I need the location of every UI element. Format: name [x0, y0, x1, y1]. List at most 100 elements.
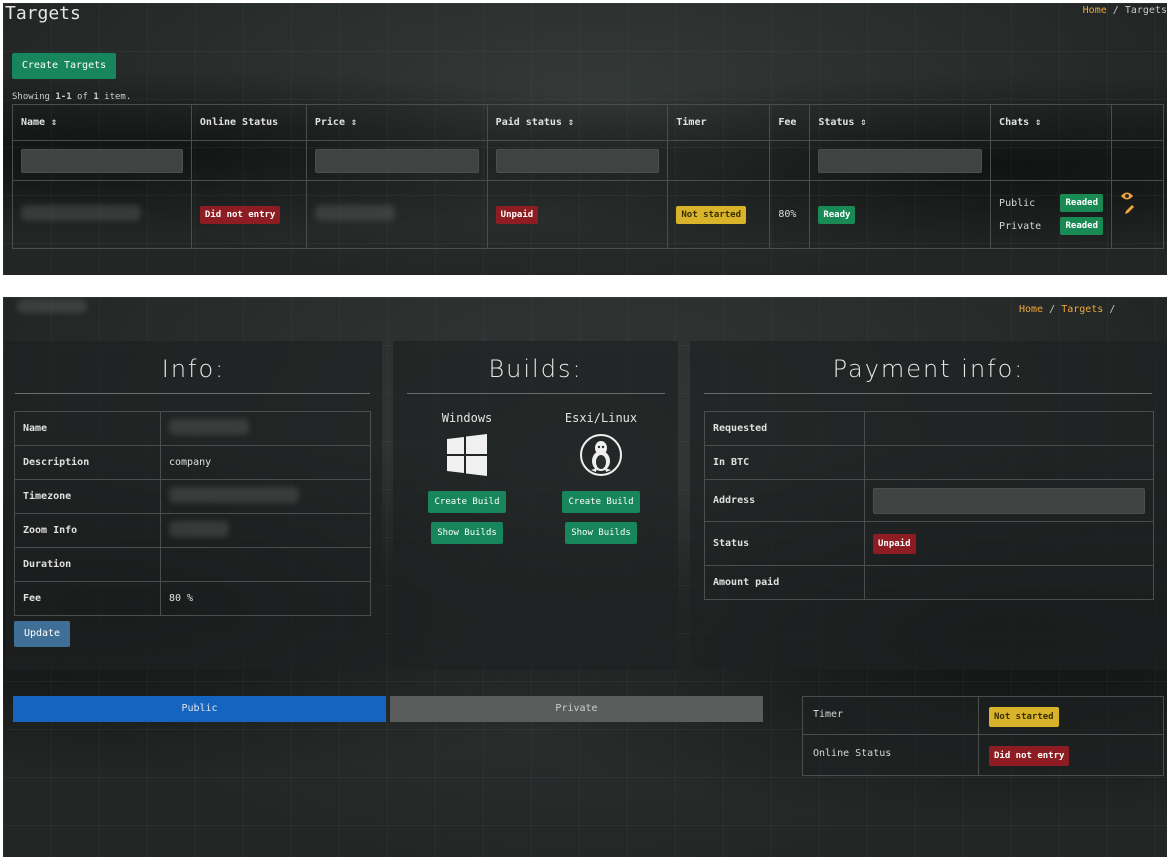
payment-divider [704, 393, 1152, 394]
info-row-fee: Fee 80 % [14, 581, 371, 616]
column-header-chats[interactable]: Chats ⇕ [990, 104, 1112, 141]
timer-badge: Not started [676, 205, 746, 224]
filter-name-input[interactable] [21, 148, 183, 173]
linux-icon [579, 433, 623, 477]
redacted-zoom-info [169, 521, 229, 537]
breadcrumb-targets[interactable]: Targets [1061, 304, 1103, 315]
breadcrumb-separator: / [1049, 304, 1056, 315]
payment-row-requested: Requested [704, 411, 1154, 446]
windows-create-build-button[interactable]: Create Build [428, 491, 506, 513]
column-header-paid-status[interactable]: Paid status ⇕ [486, 104, 669, 141]
description-value: company [160, 445, 371, 480]
payment-table: Requested In BTC Address Status Unpaid A… [704, 411, 1154, 600]
payment-row-btc: In BTC [704, 445, 1154, 480]
column-header-fee: Fee [769, 104, 811, 141]
info-row-duration: Duration [14, 547, 371, 582]
filter-status-input[interactable] [818, 148, 983, 173]
redacted-timezone [169, 487, 299, 503]
column-header-online-status: Online Status [190, 104, 307, 141]
payment-row-amount-paid: Amount paid [704, 565, 1154, 600]
table-row: Did not entry Unpaid Not started 80% Rea… [12, 180, 1164, 249]
online-status-badge: Did not entry [989, 746, 1070, 766]
results-summary: Showing 1-1 of 1 item. [12, 92, 132, 102]
column-header-timer: Timer [667, 104, 771, 141]
eye-icon[interactable] [1120, 191, 1134, 204]
linux-build-column: Esxi/Linux Create Build Show Builds [551, 411, 651, 544]
targets-table: Name ⇕ Online Status Price ⇕ Paid status… [12, 104, 1164, 249]
breadcrumb-trail: / [1109, 304, 1116, 315]
builds-title: Builds: [488, 355, 583, 383]
sort-icon: ⇕ [51, 117, 58, 128]
column-header-actions [1111, 104, 1164, 141]
info-table: Name Description company Timezone Zoom In… [14, 411, 371, 616]
pencil-icon[interactable] [1123, 204, 1135, 219]
tab-public[interactable]: Public [13, 696, 386, 722]
info-row-zoom-info: Zoom Info [14, 513, 371, 548]
chat-public-row: Public Readed [999, 194, 1103, 212]
targets-list-panel: Targets Home / Targets Create Targets Sh… [3, 3, 1167, 275]
paid-status-badge: Unpaid [495, 205, 539, 224]
page-title: Targets [5, 3, 81, 24]
info-row-timezone: Timezone [14, 479, 371, 514]
create-targets-button[interactable]: Create Targets [12, 53, 116, 79]
status-row-timer: Timer Not started [803, 697, 1163, 775]
update-button[interactable]: Update [14, 621, 70, 647]
sort-icon: ⇕ [567, 117, 574, 128]
linux-label: Esxi/Linux [564, 411, 638, 425]
linux-show-builds-button[interactable]: Show Builds [565, 522, 637, 544]
address-field[interactable] [873, 487, 1145, 514]
linux-create-build-button[interactable]: Create Build [562, 491, 640, 513]
chat-public-badge: Readed [1060, 194, 1103, 212]
chats-cell: Public Readed Private Readed [990, 180, 1112, 249]
windows-label: Windows [441, 411, 493, 425]
fee-value: 80 % [160, 581, 371, 616]
breadcrumb-home[interactable]: Home [1019, 304, 1043, 315]
redacted-title [17, 299, 87, 313]
payment-row-status: Status Unpaid [704, 521, 1154, 566]
chat-private-badge: Readed [1060, 217, 1103, 235]
breadcrumb: Home / Targets / [1019, 304, 1115, 315]
payment-row-address: Address [704, 479, 1154, 522]
info-row-description: Description company [14, 445, 371, 480]
filter-paid-status-input[interactable] [495, 148, 660, 173]
info-section: Info: Name Description company Timezone Z… [5, 341, 382, 670]
actions-cell [1111, 180, 1164, 249]
column-header-price[interactable]: Price ⇕ [305, 104, 488, 141]
breadcrumb: Home / Targets [1083, 5, 1167, 16]
filter-row [12, 140, 1164, 181]
windows-show-builds-button[interactable]: Show Builds [431, 522, 503, 544]
payment-status-badge: Unpaid [873, 533, 916, 554]
builds-section: Builds: Windows Create Build Show Builds… [393, 341, 678, 670]
table-header-row: Name ⇕ Online Status Price ⇕ Paid status… [12, 104, 1164, 141]
column-header-status[interactable]: Status ⇕ [809, 104, 992, 141]
timer-badge: Not started [989, 707, 1059, 727]
online-status-badge: Did not entry [199, 205, 281, 224]
sort-icon: ⇕ [860, 117, 867, 128]
column-header-name[interactable]: Name ⇕ [12, 104, 192, 141]
breadcrumb-separator: / [1112, 5, 1119, 16]
redacted-price [314, 205, 395, 221]
sort-icon: ⇕ [351, 117, 358, 128]
status-badge: Ready [818, 205, 856, 224]
breadcrumb-home[interactable]: Home [1083, 5, 1107, 16]
info-title: Info: [161, 355, 226, 383]
payment-section: Payment info: Requested In BTC Address S… [690, 341, 1167, 670]
chat-private-row: Private Readed [999, 217, 1103, 235]
status-row-online: Online Status Did not entry [803, 735, 1163, 775]
sort-icon: ⇕ [1035, 117, 1042, 128]
tab-private[interactable]: Private [390, 696, 763, 722]
redacted-name [169, 419, 249, 435]
timer-label: Timer [813, 709, 844, 720]
windows-icon [445, 433, 489, 477]
status-box: Timer Not started Online Status Did not … [802, 696, 1164, 776]
online-status-label: Online Status [813, 748, 892, 759]
info-divider [15, 393, 370, 394]
filter-price-input[interactable] [314, 148, 479, 173]
windows-build-column: Windows Create Build Show Builds [417, 411, 517, 544]
redacted-name [21, 205, 141, 221]
builds-divider [407, 393, 665, 394]
info-row-name: Name [14, 411, 371, 446]
breadcrumb-current: Targets [1124, 5, 1167, 16]
fee-value: 80% [769, 180, 811, 249]
payment-title: Payment info: [832, 355, 1025, 383]
